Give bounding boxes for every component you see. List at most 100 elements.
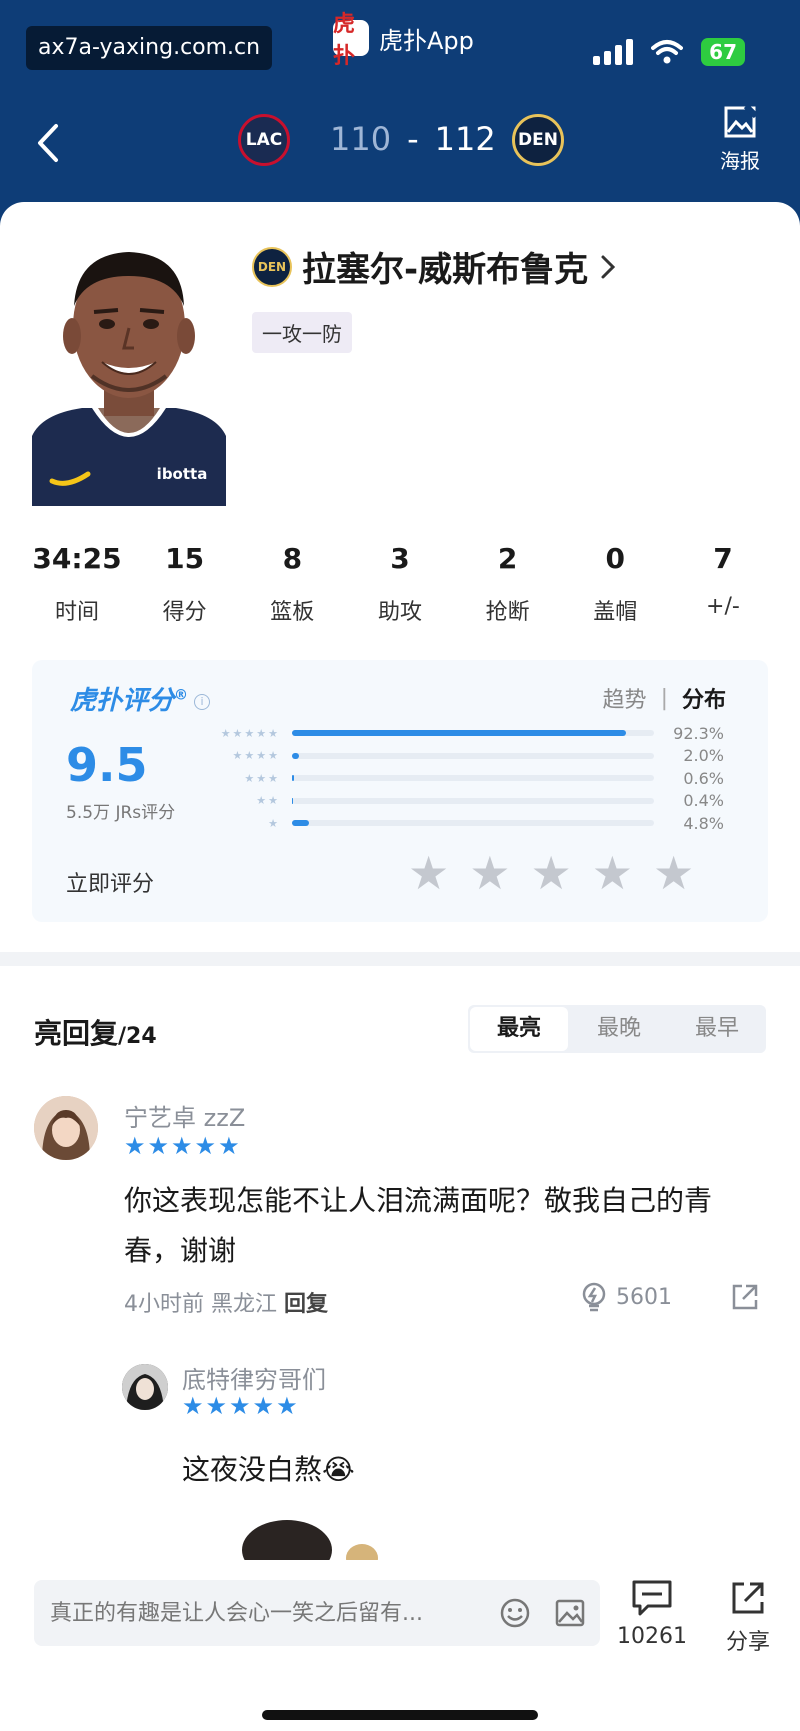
- battery-level: 67: [701, 38, 745, 66]
- rate-now-label: 立即评分: [66, 872, 155, 897]
- rate-star-2-icon[interactable]: ★: [469, 850, 510, 896]
- rating-count: 5.5万 JRs评分: [66, 803, 176, 823]
- dist-row-1: ★ 4.8%: [212, 812, 732, 835]
- wifi-icon: [651, 40, 684, 64]
- stats-row: 34:25 时间 15 得分 8 篮板 3 助攻 2 抢断 0 盖帽 7 +/-: [32, 542, 768, 626]
- stat-steals: 2 抢断: [463, 542, 553, 626]
- emoji-icon[interactable]: [498, 1596, 532, 1630]
- tab-earliest[interactable]: 最早: [668, 1005, 766, 1053]
- rate-star-5-icon[interactable]: ★: [653, 850, 694, 896]
- stat-value: 8: [282, 542, 303, 575]
- stat-label: 时间: [54, 600, 99, 625]
- dist-track: [292, 797, 654, 804]
- like-button[interactable]: 5601: [580, 1282, 672, 1312]
- dist-percent: 4.8%: [683, 813, 724, 833]
- stat-blocks: 0 盖帽: [570, 542, 660, 626]
- rating-distribution: ★★★★★ 92.3% ★★★★ 2.0% ★★★ 0.6% ★★ 0.4% ★: [212, 722, 732, 835]
- stat-assists: 3 助攻: [355, 542, 445, 626]
- avatar[interactable]: [34, 1096, 98, 1160]
- jersey-sponsor: ibotta: [157, 465, 208, 483]
- back-arrow-icon[interactable]: [30, 118, 70, 168]
- poster-label: 海报: [720, 149, 760, 173]
- player-name-link[interactable]: DEN 拉塞尔-威斯布鲁克: [252, 242, 618, 291]
- hupu-rating-logo: 虎扑评分® i: [70, 680, 211, 717]
- reply-button[interactable]: 回复: [284, 1292, 328, 1317]
- stat-label: 篮板: [270, 600, 315, 625]
- app-badge[interactable]: 虎扑 虎扑App: [333, 12, 474, 69]
- rate-stars: ★ ★ ★ ★ ★: [408, 850, 694, 896]
- comment-input-box[interactable]: [34, 1580, 600, 1646]
- dist-track: [292, 775, 654, 782]
- rate-star-4-icon[interactable]: ★: [592, 850, 633, 896]
- nuggets-mini-logo: DEN: [252, 246, 292, 287]
- dist-track: [292, 730, 654, 737]
- share-button[interactable]: 分享: [712, 1578, 784, 1656]
- tab-distribution[interactable]: 分布: [682, 682, 726, 714]
- like-count: 5601: [616, 1284, 672, 1310]
- cellular-signal-icon: [593, 39, 634, 65]
- star-level: ★★★★: [232, 749, 280, 763]
- info-icon[interactable]: i: [194, 693, 211, 710]
- stat-value: 7: [713, 542, 733, 575]
- tab-latest[interactable]: 最晚: [570, 1005, 668, 1053]
- tab-hottest[interactable]: 最亮: [470, 1007, 568, 1051]
- comment-image[interactable]: [232, 1510, 392, 1560]
- star-level: ★★: [256, 794, 280, 808]
- star-level: ★★★: [244, 771, 280, 785]
- comment-rating-stars: ★★★★★: [182, 1392, 300, 1420]
- nuggets-logo[interactable]: DEN: [512, 114, 564, 166]
- player-name: 拉塞尔-威斯布鲁克: [302, 250, 589, 290]
- comment-username[interactable]: 底特律穷哥们: [182, 1360, 326, 1395]
- comment-count: 10261: [617, 1624, 687, 1649]
- star-level: ★: [268, 816, 280, 830]
- share-icon: [732, 1582, 764, 1614]
- poster-button[interactable]: 海报: [720, 103, 760, 174]
- comment-text: 你这表现怎能不让人泪流满面呢？敬我自己的青春，谢谢: [124, 1184, 713, 1267]
- image-upload-icon[interactable]: [554, 1598, 586, 1628]
- dist-percent: 0.4%: [683, 791, 724, 811]
- star-level: ★★★★★: [220, 726, 280, 740]
- comment-time-location: 4小时前 黑龙江: [124, 1292, 277, 1317]
- rate-star-3-icon[interactable]: ★: [531, 850, 572, 896]
- stat-points: 15 得分: [140, 542, 230, 626]
- share-out-icon[interactable]: [730, 1282, 760, 1312]
- player-tag: 一攻一防: [252, 312, 352, 353]
- stat-value: 0: [605, 542, 626, 575]
- stat-rebounds: 8 篮板: [247, 542, 337, 626]
- home-score: 110: [330, 120, 392, 158]
- dist-row-2: ★★ 0.4%: [212, 790, 732, 813]
- lightbulb-icon: [582, 1282, 606, 1312]
- stat-value: 15: [165, 542, 205, 575]
- rating-score: 9.5: [66, 738, 148, 792]
- dist-track: [292, 752, 654, 759]
- clippers-logo[interactable]: LAC: [238, 114, 290, 166]
- share-label: 分享: [725, 1630, 770, 1655]
- rating-view-toggle: 趋势 | 分布: [603, 682, 726, 714]
- comments-button[interactable]: 10261: [616, 1578, 688, 1649]
- status-icons: 67: [593, 38, 745, 66]
- stat-label: 盖帽: [593, 600, 638, 625]
- dist-row-4: ★★★★ 2.0%: [212, 745, 732, 768]
- bottom-bar: 10261 分享: [0, 1560, 800, 1731]
- section-divider: [0, 952, 800, 966]
- replies-title: 亮回复/24: [34, 1012, 157, 1052]
- stat-value: 3: [390, 542, 410, 575]
- comment-username[interactable]: 宁艺卓 zzZ: [124, 1098, 245, 1133]
- home-indicator: [262, 1710, 538, 1720]
- stat-label: +/-: [706, 594, 740, 619]
- sort-tabs: 最亮 最晚 最早: [468, 1005, 766, 1053]
- dist-bar: [292, 820, 310, 827]
- dist-bar: [292, 775, 295, 782]
- comment-input[interactable]: [50, 1580, 490, 1646]
- rating-panel: 虎扑评分® i 趋势 | 分布 9.5 5.5万 JRs评分 ★★★★★ 92.3…: [32, 660, 768, 922]
- stat-plus-minus: 7 +/-: [678, 542, 768, 626]
- stat-label: 抢断: [485, 600, 530, 625]
- player-card: ibotta DEN 拉塞尔-威斯布鲁克 一攻一防 34:25 时间 15 得分…: [0, 202, 800, 952]
- away-score: 112: [434, 120, 496, 158]
- tab-trend[interactable]: 趋势: [603, 682, 647, 714]
- avatar[interactable]: [122, 1364, 168, 1410]
- image-poster-icon: [724, 103, 759, 138]
- rate-star-1-icon[interactable]: ★: [408, 850, 449, 896]
- toggle-separator: |: [660, 685, 668, 711]
- stat-minutes: 34:25 时间: [32, 542, 122, 626]
